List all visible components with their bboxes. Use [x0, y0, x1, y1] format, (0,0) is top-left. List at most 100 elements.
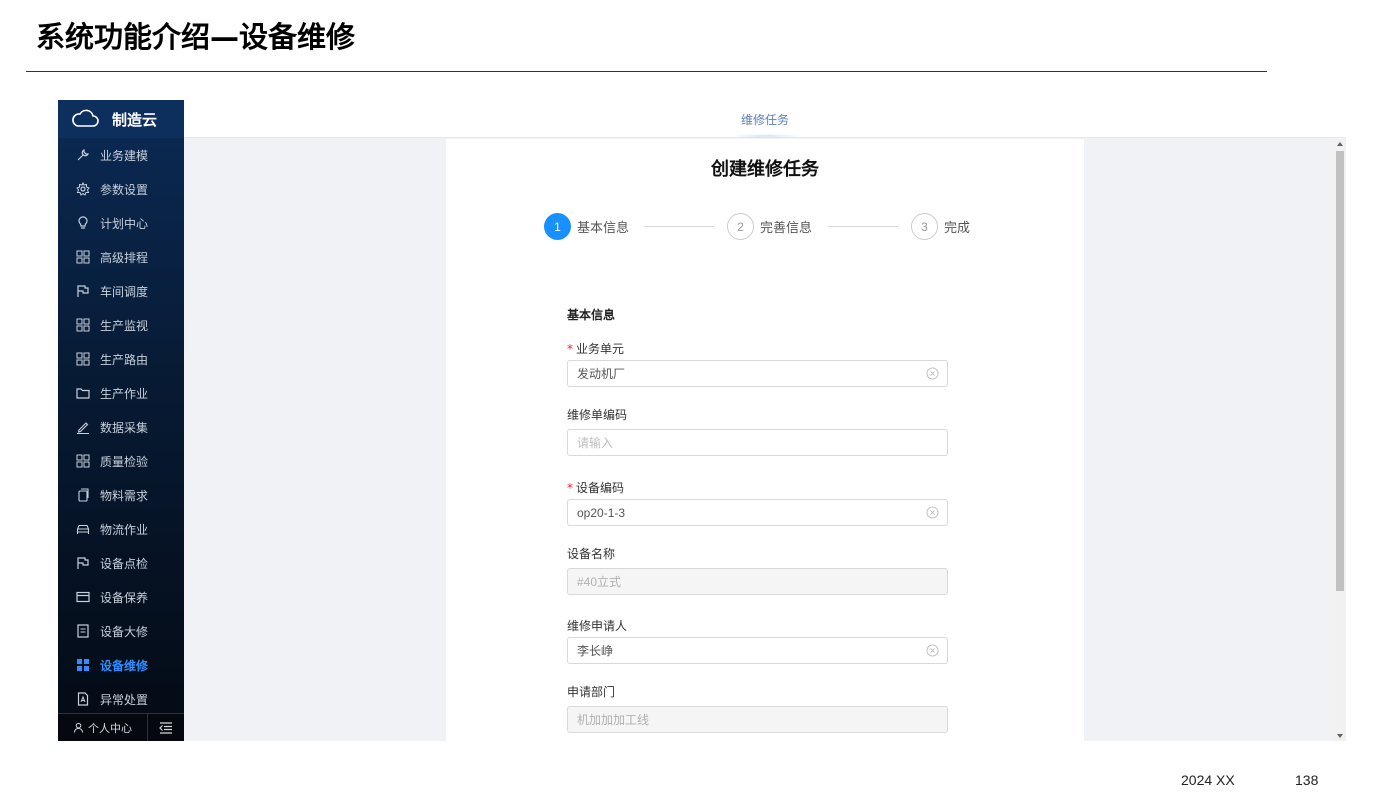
personal-center-label: 个人中心 [88, 721, 132, 735]
repair-code-label: 维修单编码 [567, 408, 628, 422]
title-divider [26, 71, 1267, 72]
scroll-thumb[interactable] [1336, 151, 1344, 591]
sidebar-item-label: 计划中心 [100, 216, 149, 231]
business-unit-select[interactable]: 发动机厂 [567, 360, 948, 387]
collapse-menu-button[interactable] [148, 714, 184, 741]
sidebar-item-label: 设备保养 [100, 590, 149, 605]
step-label: 基本信息 [577, 221, 630, 236]
scroll-up-arrow[interactable] [1334, 139, 1346, 149]
sidebar-item-production-monitor[interactable]: 生产监视 [58, 308, 184, 342]
scrollbar[interactable] [1334, 139, 1346, 741]
menu-fold-icon [159, 721, 172, 734]
applicant-label: 维修申请人 [567, 619, 628, 633]
sidebar-item-label: 物流作业 [100, 522, 149, 537]
step-number: 3 [911, 213, 938, 240]
scroll-down-arrow[interactable] [1334, 731, 1346, 741]
department-label: 申请部门 [567, 685, 616, 699]
copy-icon [76, 488, 90, 502]
sidebar-item-production-operation[interactable]: 生产作业 [58, 376, 184, 410]
repair-code-placeholder: 请输入 [577, 436, 614, 450]
cloud-icon [72, 109, 99, 127]
car-icon [76, 522, 90, 536]
clear-icon[interactable] [926, 506, 939, 519]
clear-icon[interactable] [926, 644, 939, 657]
slide: 系统功能介绍—设备维修 制造云 业务建模 参数设置 计划中心 高级排程 车间调度… [0, 0, 1398, 793]
tab-repair-task[interactable]: 维修任务 [741, 100, 789, 138]
user-icon [73, 722, 84, 733]
card-icon [76, 590, 90, 604]
sidebar-item-business-modeling[interactable]: 业务建模 [58, 138, 184, 172]
device-name-label: 设备名称 [567, 547, 616, 561]
flag-icon [76, 284, 90, 298]
sidebar-item-data-collection[interactable]: 数据采集 [58, 410, 184, 444]
sidebar-item-material-requirements[interactable]: 物料需求 [58, 478, 184, 512]
step-3[interactable]: 3 完成 [911, 213, 970, 240]
steps: 1 基本信息 2 完善信息 3 完成 [544, 213, 984, 241]
grid-icon [76, 454, 90, 468]
sidebar-item-label: 设备点检 [100, 556, 149, 571]
department-value: 机加加加工线 [577, 713, 650, 727]
sidebar-item-equipment-inspection[interactable]: 设备点检 [58, 546, 184, 580]
sidebar-item-label: 设备大修 [100, 624, 149, 639]
app-window: 制造云 业务建模 参数设置 计划中心 高级排程 车间调度 生产监视 生产路由 生… [58, 100, 1346, 741]
device-name-input: #40立式 [567, 568, 948, 595]
page-number: 138 [1295, 772, 1319, 788]
sidebar-item-equipment-maintenance[interactable]: 设备保养 [58, 580, 184, 614]
applicant-select[interactable]: 李长峥 [567, 637, 948, 664]
device-name-value: #40立式 [577, 575, 622, 589]
sidebar-item-parameter-settings[interactable]: 参数设置 [58, 172, 184, 206]
device-code-label: * 设备编码 [567, 481, 625, 495]
step-2[interactable]: 2 完善信息 [727, 213, 812, 240]
sidebar-item-quality-inspection[interactable]: 质量检验 [58, 444, 184, 478]
repair-code-input[interactable]: 请输入 [567, 429, 948, 456]
sidebar-item-label: 异常处置 [100, 692, 149, 707]
grid-icon [76, 352, 90, 366]
step-number: 1 [544, 213, 571, 240]
section-title: 基本信息 [567, 308, 616, 322]
pen-icon [76, 420, 90, 434]
sidebar-item-label: 高级排程 [100, 250, 149, 265]
footer-date: 2024 XX [1181, 772, 1235, 788]
sidebar-item-logistics-operation[interactable]: 物流作业 [58, 512, 184, 546]
grid-icon [76, 250, 90, 264]
document-icon [76, 692, 90, 706]
clear-icon[interactable] [926, 367, 939, 380]
step-connector [828, 226, 898, 227]
slide-title: 系统功能介绍—设备维修 [36, 20, 356, 54]
sidebar-item-label: 设备维修 [100, 658, 149, 673]
brand[interactable]: 制造云 [58, 100, 184, 138]
form-panel: 创建维修任务 1 基本信息 2 完善信息 3 完成 基本信息 * 业务单元 发动… [446, 139, 1084, 741]
step-label: 完成 [944, 221, 971, 236]
sidebar-item-plan-center[interactable]: 计划中心 [58, 206, 184, 240]
sidebar-item-label: 参数设置 [100, 182, 149, 197]
sidebar-item-label: 生产作业 [100, 386, 149, 401]
sidebar-item-equipment-repair[interactable]: 设备维修 [58, 648, 184, 682]
grid-icon [76, 318, 90, 332]
device-code-value: op20-1-3 [577, 505, 626, 520]
sidebar-item-production-routing[interactable]: 生产路由 [58, 342, 184, 376]
sidebar: 制造云 业务建模 参数设置 计划中心 高级排程 车间调度 生产监视 生产路由 生… [58, 100, 184, 741]
flag-icon [76, 556, 90, 570]
sidebar-item-label: 生产监视 [100, 318, 149, 333]
sidebar-item-advanced-scheduling[interactable]: 高级排程 [58, 240, 184, 274]
device-code-select[interactable]: op20-1-3 [567, 499, 948, 526]
step-label: 完善信息 [760, 221, 813, 236]
brand-name: 制造云 [112, 110, 158, 129]
sidebar-item-label: 业务建模 [100, 148, 149, 163]
personal-center-button[interactable]: 个人中心 [58, 714, 148, 741]
business-unit-value: 发动机厂 [577, 367, 626, 381]
sidebar-item-label: 物料需求 [100, 488, 149, 503]
sidebar-item-label: 车间调度 [100, 284, 149, 299]
sidebar-item-exception-handling[interactable]: 异常处置 [58, 682, 184, 716]
step-number: 2 [727, 213, 754, 240]
sidebar-item-label: 数据采集 [100, 420, 149, 435]
tab-active-indicator [730, 134, 802, 138]
step-1[interactable]: 1 基本信息 [544, 213, 629, 240]
sidebar-item-workshop-dispatch[interactable]: 车间调度 [58, 274, 184, 308]
wrench-icon [76, 148, 90, 162]
folder-icon [76, 386, 90, 400]
top-bar: 维修任务 [184, 100, 1346, 138]
sidebar-item-label: 质量检验 [100, 454, 149, 469]
applicant-value: 李长峥 [577, 644, 614, 658]
sidebar-item-equipment-overhaul[interactable]: 设备大修 [58, 614, 184, 648]
